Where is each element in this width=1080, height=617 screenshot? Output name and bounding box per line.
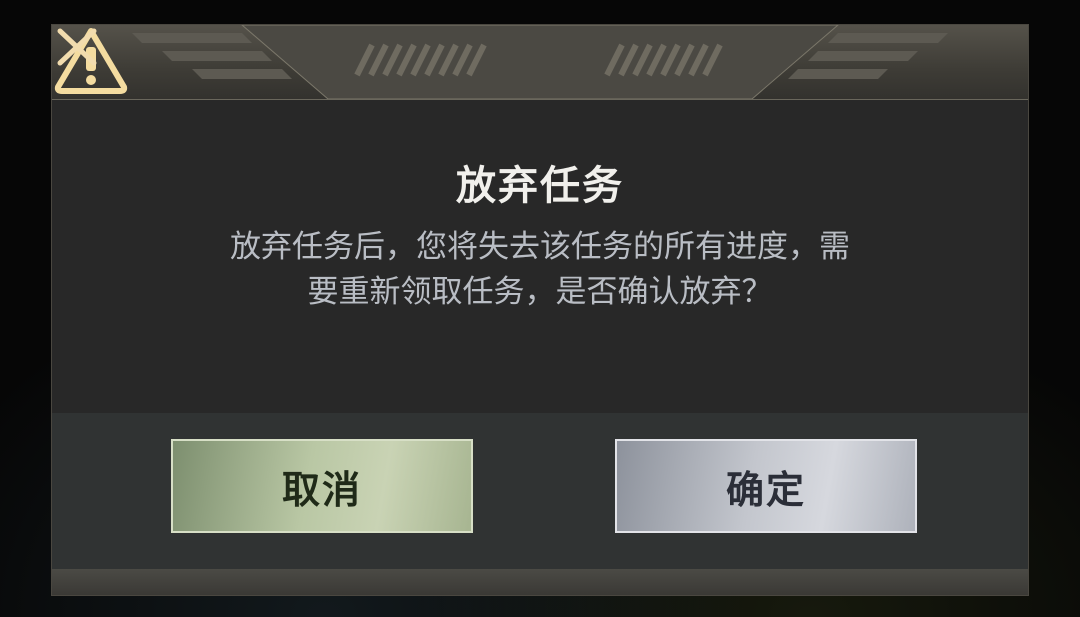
- abandon-task-dialog: 放弃任务 放弃任务后，您将失去该任务的所有进度，需要重新领取任务，是否确认放弃？…: [51, 24, 1029, 596]
- dialog-message: 放弃任务后，您将失去该任务的所有进度，需要重新领取任务，是否确认放弃？: [230, 229, 850, 310]
- close-x-icon[interactable]: [52, 25, 102, 69]
- confirm-button[interactable]: 确定: [615, 439, 917, 533]
- header-ornament: [132, 25, 948, 99]
- confirm-button-label: 确定: [725, 467, 806, 512]
- dialog-bottom-bar: [52, 569, 1028, 595]
- cancel-button[interactable]: 取消: [171, 439, 473, 533]
- dialog-header: [52, 25, 1028, 100]
- game-screen: 放弃任务 放弃任务后，您将失去该任务的所有进度，需要重新领取任务，是否确认放弃？…: [0, 0, 1080, 617]
- cancel-button-label: 取消: [281, 467, 362, 512]
- dialog-title: 放弃任务: [456, 163, 624, 209]
